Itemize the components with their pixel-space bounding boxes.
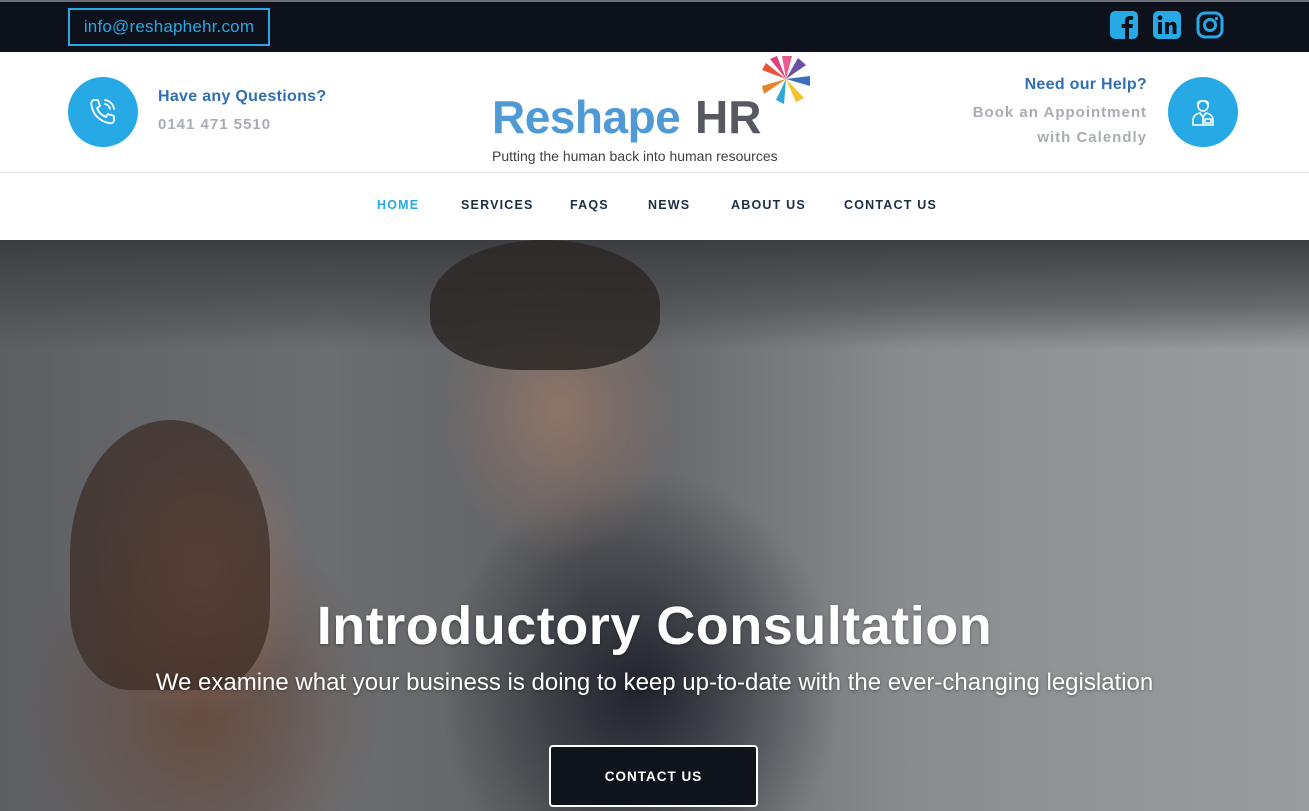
nav-item-news[interactable]: NEWS — [648, 198, 690, 212]
calendly-link[interactable]: with Calendly — [1037, 129, 1147, 146]
questions-heading: Have any Questions? — [158, 88, 327, 105]
site-logo[interactable]: Reshape HR Putting the human back into h… — [490, 54, 820, 169]
help-heading: Need our Help? — [1024, 76, 1147, 93]
facebook-icon[interactable] — [1110, 11, 1138, 39]
nav-item-contact-us[interactable]: CONTACT US — [844, 198, 937, 212]
logo-word-hr: HR — [695, 91, 762, 143]
hero-photo-man — [430, 240, 660, 370]
nav-item-about-us[interactable]: ABOUT US — [731, 198, 806, 212]
hero-title: Introductory Consultation — [316, 596, 993, 656]
logo-tagline: Putting the human back into human resour… — [492, 148, 778, 164]
site-header: Have any Questions? 0141 471 5510 Reshap… — [0, 52, 1309, 173]
linkedin-icon[interactable] — [1153, 11, 1181, 39]
email-link[interactable]: info@reshaphehr.com — [68, 8, 270, 46]
nav-item-home[interactable]: HOME — [377, 198, 419, 212]
top-bar: info@reshaphehr.com — [0, 0, 1309, 52]
consultant-icon[interactable] — [1168, 77, 1238, 147]
phone-icon[interactable] — [68, 77, 138, 147]
nav-item-faqs[interactable]: FAQS — [570, 198, 609, 212]
hero-banner: Introductory Consultation We examine wha… — [0, 240, 1309, 811]
main-nav: HOME SERVICES FAQS NEWS ABOUT US CONTACT… — [0, 173, 1309, 240]
hero-contact-button[interactable]: CONTACT US — [549, 745, 758, 807]
pinwheel-logo-icon — [762, 56, 810, 104]
nav-item-services[interactable]: SERVICES — [461, 198, 534, 212]
book-appointment-link[interactable]: Book an Appointment — [973, 104, 1147, 121]
hero-subtitle: We examine what your business is doing t… — [155, 669, 1154, 696]
logo-word-reshape: Reshape — [492, 91, 681, 143]
instagram-icon[interactable] — [1196, 11, 1224, 39]
phone-number-link[interactable]: 0141 471 5510 — [158, 116, 271, 133]
